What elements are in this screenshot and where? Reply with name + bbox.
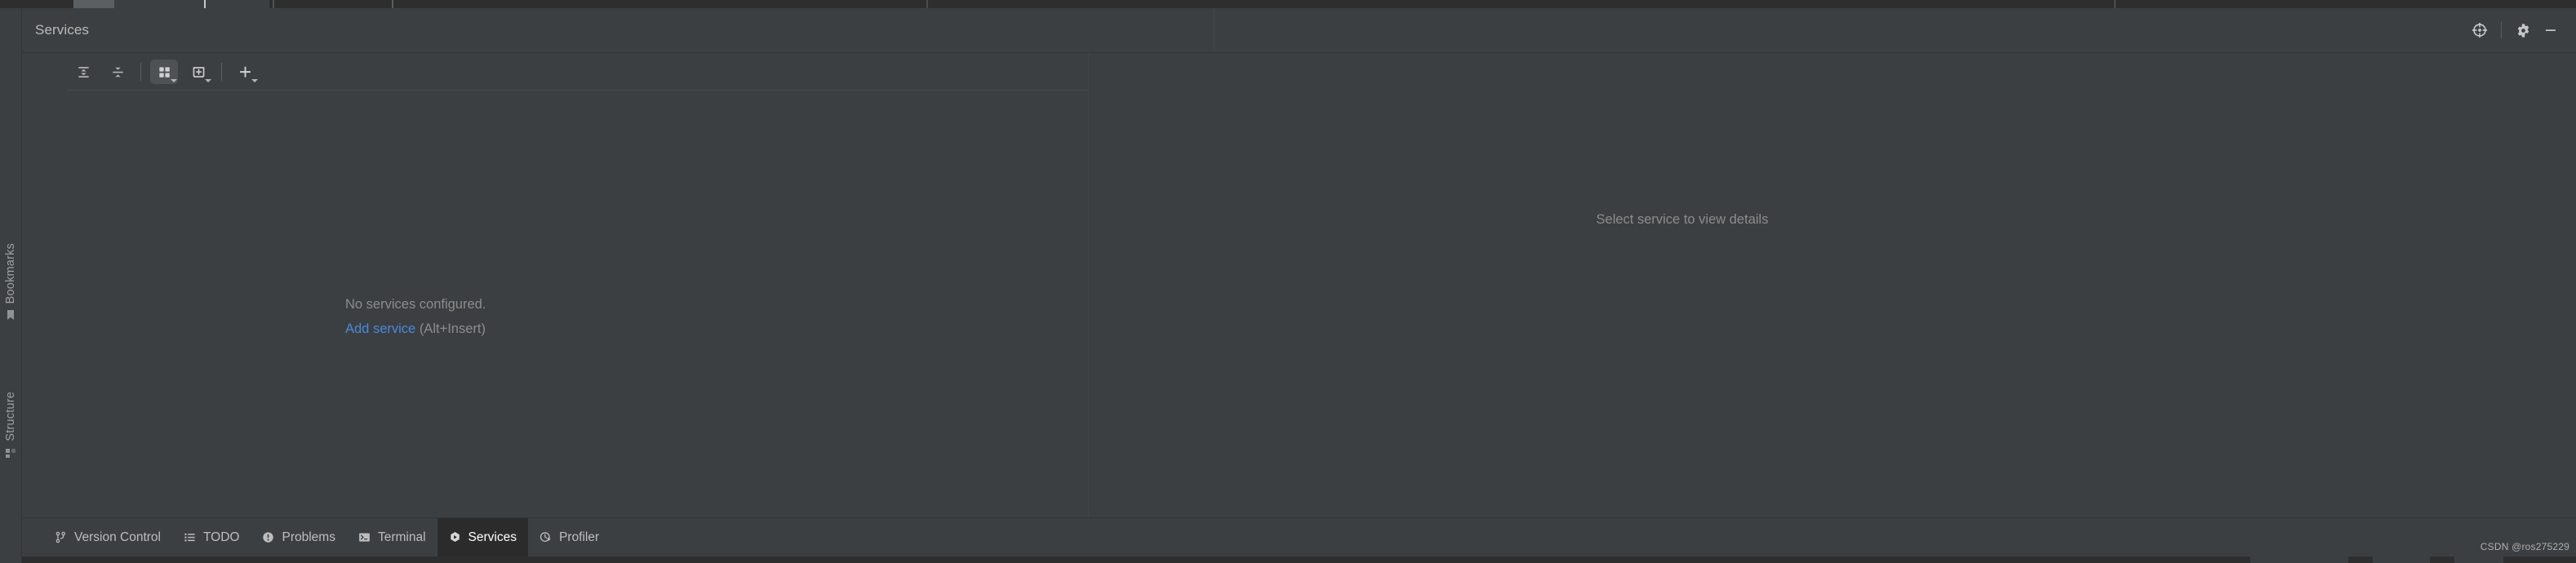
editor-tabs-sliver (0, 0, 2576, 8)
bottom-edge-segment (2250, 556, 2348, 563)
group-by-button[interactable] (150, 60, 178, 84)
expand-all-icon (78, 66, 89, 78)
add-service-button[interactable] (231, 60, 259, 84)
service-details-pane: Select service to view details (1089, 53, 2576, 517)
toolbar-separator (221, 63, 222, 81)
tool-window-header: Services (22, 8, 2576, 53)
chevron-down-icon (171, 79, 177, 82)
tab-profiler-label: Profiler (558, 530, 600, 544)
services-empty-state: No services configured. Add service (Alt… (22, 91, 1088, 517)
tab-version-control-label: Version Control (74, 530, 161, 544)
plus-icon (239, 65, 251, 78)
rail-item-bookmarks-label: Bookmarks (3, 243, 17, 304)
header-separator (2501, 21, 2502, 39)
header-actions (2466, 8, 2565, 52)
settings-gear-icon (2517, 23, 2529, 38)
settings-button[interactable] (2509, 16, 2537, 44)
toolbar-separator (140, 63, 141, 81)
details-empty-state: Select service to view details (1089, 212, 2576, 228)
tab-services[interactable]: Services (437, 518, 528, 556)
services-play-icon (450, 532, 460, 543)
sliver-segment (2114, 0, 2116, 8)
left-tool-rail: Bookmarks Structure (0, 8, 22, 563)
tab-todo-label: TODO (202, 530, 240, 544)
minimize-button[interactable] (2537, 16, 2565, 44)
bottom-edge-segment (2373, 556, 2430, 563)
tab-profiler[interactable]: Profiler (528, 518, 611, 556)
tab-todo[interactable]: TODO (172, 518, 251, 556)
tab-terminal[interactable]: Terminal (347, 518, 437, 556)
bottom-edge (22, 556, 2576, 563)
minimize-icon (2546, 29, 2556, 31)
sliver-segment (273, 0, 274, 8)
chevron-down-icon (205, 79, 211, 82)
sliver-segment (73, 0, 114, 8)
add-tab-icon (193, 66, 204, 78)
details-empty-message: Select service to view details (1596, 212, 1769, 227)
tab-problems[interactable]: Problems (251, 518, 346, 556)
sliver-segment (392, 0, 393, 8)
bottom-edge-segment (2454, 556, 2503, 563)
profiler-icon (540, 532, 551, 543)
tab-services-label: Services (468, 530, 517, 544)
empty-state-block: No services configured. Add service (Alt… (345, 297, 486, 336)
group-by-icon (158, 66, 170, 78)
collapse-all-button[interactable] (104, 60, 131, 84)
branch-icon (56, 531, 65, 543)
empty-state-action-line: Add service (Alt+Insert) (345, 321, 486, 336)
locate-icon (2472, 22, 2488, 38)
tool-window-tabstrip: Version Control TODO Problems Terminal S… (22, 517, 2576, 556)
services-list-pane: No services configured. Add service (Alt… (22, 53, 1088, 517)
sliver-segment (114, 0, 204, 8)
rail-item-structure[interactable]: Structure (0, 392, 21, 459)
add-service-shortcut: (Alt+Insert) (419, 321, 486, 337)
tab-terminal-label: Terminal (377, 530, 426, 544)
tool-window-body: Services No services configured. Add ser… (22, 8, 2576, 563)
main-band: Bookmarks Structure Services No services… (0, 8, 2576, 563)
bookmark-icon (7, 310, 14, 321)
services-tool-window: Bookmarks Structure Services No services… (0, 0, 2576, 563)
expand-all-button[interactable] (69, 60, 97, 84)
terminal-icon (359, 533, 370, 542)
chevron-down-icon (251, 79, 258, 82)
tab-version-control[interactable]: Version Control (43, 518, 172, 556)
locate-button[interactable] (2466, 16, 2494, 44)
empty-state-message: No services configured. (345, 297, 486, 312)
services-panes: No services configured. Add service (Alt… (22, 53, 2576, 517)
rail-item-bookmarks[interactable]: Bookmarks (0, 243, 21, 321)
services-toolbar (22, 53, 1088, 91)
page-title: Services (35, 22, 89, 38)
collapse-all-icon (112, 67, 123, 77)
rail-item-structure-label: Structure (3, 392, 17, 441)
sliver-segment (926, 0, 928, 8)
watermark: CSDN @ros275229 (2480, 541, 2569, 552)
list-icon (184, 533, 195, 542)
warning-icon (263, 532, 274, 543)
structure-icon (6, 448, 16, 458)
sliver-segment (206, 0, 269, 8)
tab-problems-label: Problems (282, 530, 335, 544)
add-tab-button[interactable] (184, 60, 212, 84)
add-service-link[interactable]: Add service (345, 321, 415, 336)
